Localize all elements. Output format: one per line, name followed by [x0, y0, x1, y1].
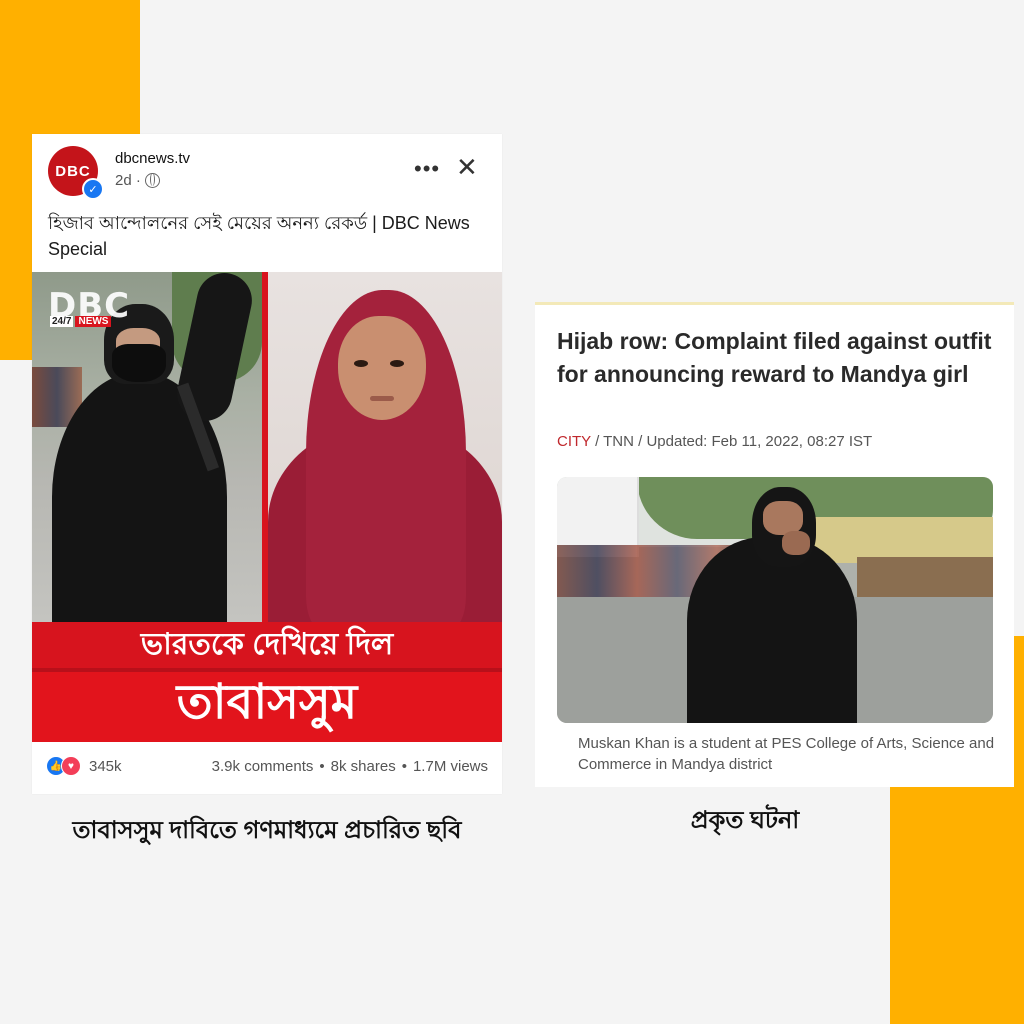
page-name[interactable]: dbcnews.tv [115, 150, 190, 167]
close-icon[interactable]: ✕ [456, 152, 478, 183]
post-time[interactable]: 2d · [115, 172, 141, 189]
news-article-card: Hijab row: Complaint filed against outfi… [535, 302, 1014, 787]
post-image[interactable]: DBC 24/7 NEWS ভারতকে দেখিয়ে দিল তাবাসসু… [32, 272, 502, 742]
post-meta: 2d · [115, 172, 160, 189]
reactions-count[interactable]: 345k [89, 758, 122, 775]
right-image-label: প্রকৃত ঘটনা [690, 807, 800, 834]
love-reaction-icon[interactable]: ♥ [61, 756, 81, 776]
photo-caption: Muskan Khan is a student at PES College … [578, 735, 995, 773]
portrait-photo [268, 272, 502, 630]
article-photo[interactable] [557, 477, 993, 723]
post-engagement-bar: 👍 ♥ 345k 3.9k comments • 8k shares • 1.7… [46, 754, 488, 778]
views-count: 1.7M views [412, 757, 488, 775]
protest-photo: DBC 24/7 NEWS [32, 272, 262, 622]
verified-badge-icon: ✓ [82, 178, 104, 200]
post-caption: হিজাব আন্দোলনের সেই মেয়ের অনন্য রেকর্ড … [48, 213, 470, 259]
globe-icon [144, 173, 160, 188]
banner-headline-top: ভারতকে দেখিয়ে দিল [32, 622, 502, 668]
dbc-watermark-tag: 24/7 NEWS [50, 316, 112, 327]
comments-count[interactable]: 3.9k comments [212, 758, 314, 775]
shares-count[interactable]: 8k shares [331, 758, 396, 775]
avatar-logo-text: DBC [55, 162, 91, 180]
separator: • [319, 757, 325, 775]
banner-headline-name: তাবাসসুম [32, 668, 502, 742]
article-byline: CITY / TNN / Updated: Feb 11, 2022, 08:2… [557, 433, 872, 450]
category-link[interactable]: CITY [557, 433, 591, 450]
byline-text: / TNN / Updated: Feb 11, 2022, 08:27 IST [590, 433, 873, 450]
more-options-icon[interactable]: ••• [414, 156, 440, 182]
left-image-label: তাবাসসুম দাবিতে গণমাধ্যমে প্রচারিত ছবি [72, 817, 462, 844]
facebook-post-card: DBC ✓ dbcnews.tv 2d · ••• ✕ হিজাব আন্দোল… [32, 134, 502, 794]
article-headline[interactable]: Hijab row: Complaint filed against outfi… [557, 325, 997, 391]
separator: • [401, 757, 407, 775]
